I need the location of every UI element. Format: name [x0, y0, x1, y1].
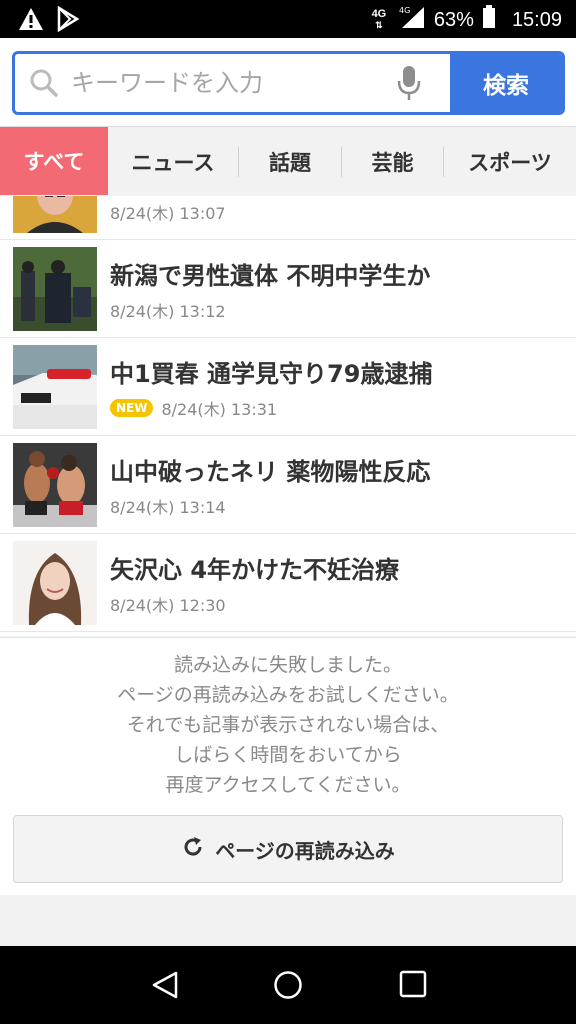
- signal-icon: 4G: [398, 5, 426, 35]
- news-thumbnail: [13, 247, 97, 331]
- news-meta: 8/24(木) 12:30: [110, 592, 226, 616]
- news-title: 矢沢心 4年かけた不妊治療: [110, 556, 400, 584]
- error-message-line: それでも記事が表示されない場合は、: [126, 714, 450, 736]
- search-button[interactable]: 検索: [450, 54, 562, 112]
- system-nav-bar: [0, 946, 576, 1024]
- play-store-icon: [56, 5, 80, 36]
- tab-entertainment[interactable]: 芸能: [342, 127, 443, 197]
- search-header: 検索: [0, 38, 576, 126]
- list-item[interactable]: 矢沢心 4年かけた不妊治療 8/24(木) 12:30: [0, 534, 576, 632]
- search-box: 検索: [12, 51, 565, 115]
- news-date: 8/24(木) 13:14: [110, 498, 226, 517]
- reload-label: ページの再読み込み: [215, 838, 395, 863]
- error-message-line: ページの再読み込みをお試しください。: [117, 684, 459, 706]
- news-meta: 8/24(木) 13:12: [110, 298, 226, 322]
- news-date: 8/24(木) 13:07: [110, 204, 226, 223]
- reload-button[interactable]: ページの再読み込み: [13, 815, 563, 883]
- list-item[interactable]: 8/24(木) 13:07: [0, 196, 576, 240]
- tab-news[interactable]: ニュース: [108, 127, 238, 197]
- home-icon[interactable]: [273, 970, 303, 1004]
- list-item[interactable]: 山中破ったネリ 薬物陽性反応 8/24(木) 13:14: [0, 436, 576, 534]
- news-meta: 8/24(木) 13:07: [110, 200, 226, 224]
- svg-text:4G: 4G: [399, 6, 410, 15]
- battery-icon: [482, 5, 496, 35]
- list-item[interactable]: 中1買春 通学見守り79歳逮捕 NEW 8/24(木) 13:31: [0, 338, 576, 436]
- news-date: 8/24(木) 13:31: [161, 400, 278, 419]
- network-type: 4G ⇅: [371, 8, 387, 31]
- refresh-icon: [181, 835, 205, 864]
- tab-sports[interactable]: スポーツ: [444, 127, 576, 197]
- news-meta: 8/24(木) 13:14: [110, 494, 226, 518]
- news-thumbnail: [13, 443, 97, 527]
- news-thumbnail: [13, 196, 97, 233]
- error-message-line: しばらく時間をおいてから: [174, 744, 402, 766]
- news-title: 新潟で男性遺体 不明中学生か: [110, 262, 431, 290]
- error-message-line: 再度アクセスしてください。: [165, 774, 411, 796]
- new-badge: NEW: [110, 399, 154, 417]
- category-tabs: すべて ニュース 話題 芸能 スポーツ: [0, 126, 576, 196]
- news-date: 8/24(木) 13:12: [110, 302, 226, 321]
- battery-percent: 63%: [433, 8, 474, 31]
- load-error-panel: 読み込みに失敗しました。 ページの再読み込みをお試しください。 それでも記事が表…: [0, 637, 576, 895]
- search-icon: [29, 68, 59, 102]
- news-title: 中1買春 通学見守り79歳逮捕: [110, 360, 433, 388]
- news-date: 8/24(木) 12:30: [110, 596, 226, 615]
- list-item[interactable]: 新潟で男性遺体 不明中学生か 8/24(木) 13:12: [0, 240, 576, 338]
- news-list: 8/24(木) 13:07 新潟で男性遺体 不明中学生か 8/24(木) 13:…: [0, 196, 576, 636]
- news-thumbnail: [13, 345, 97, 429]
- tab-topics[interactable]: 話題: [239, 127, 341, 197]
- microphone-icon[interactable]: [397, 65, 421, 105]
- back-icon[interactable]: [150, 970, 180, 1004]
- tab-all[interactable]: すべて: [0, 127, 108, 195]
- status-bar: 4G ⇅ 4G 63% 15:09: [0, 0, 576, 38]
- news-meta: NEW 8/24(木) 13:31: [110, 396, 277, 420]
- news-thumbnail: [13, 541, 97, 625]
- error-message-line: 読み込みに失敗しました。: [173, 654, 402, 676]
- news-title: 山中破ったネリ 薬物陽性反応: [110, 458, 431, 486]
- search-input[interactable]: [71, 54, 391, 112]
- warning-icon: [18, 7, 44, 35]
- recents-icon[interactable]: [399, 970, 427, 1002]
- clock: 15:09: [511, 8, 562, 31]
